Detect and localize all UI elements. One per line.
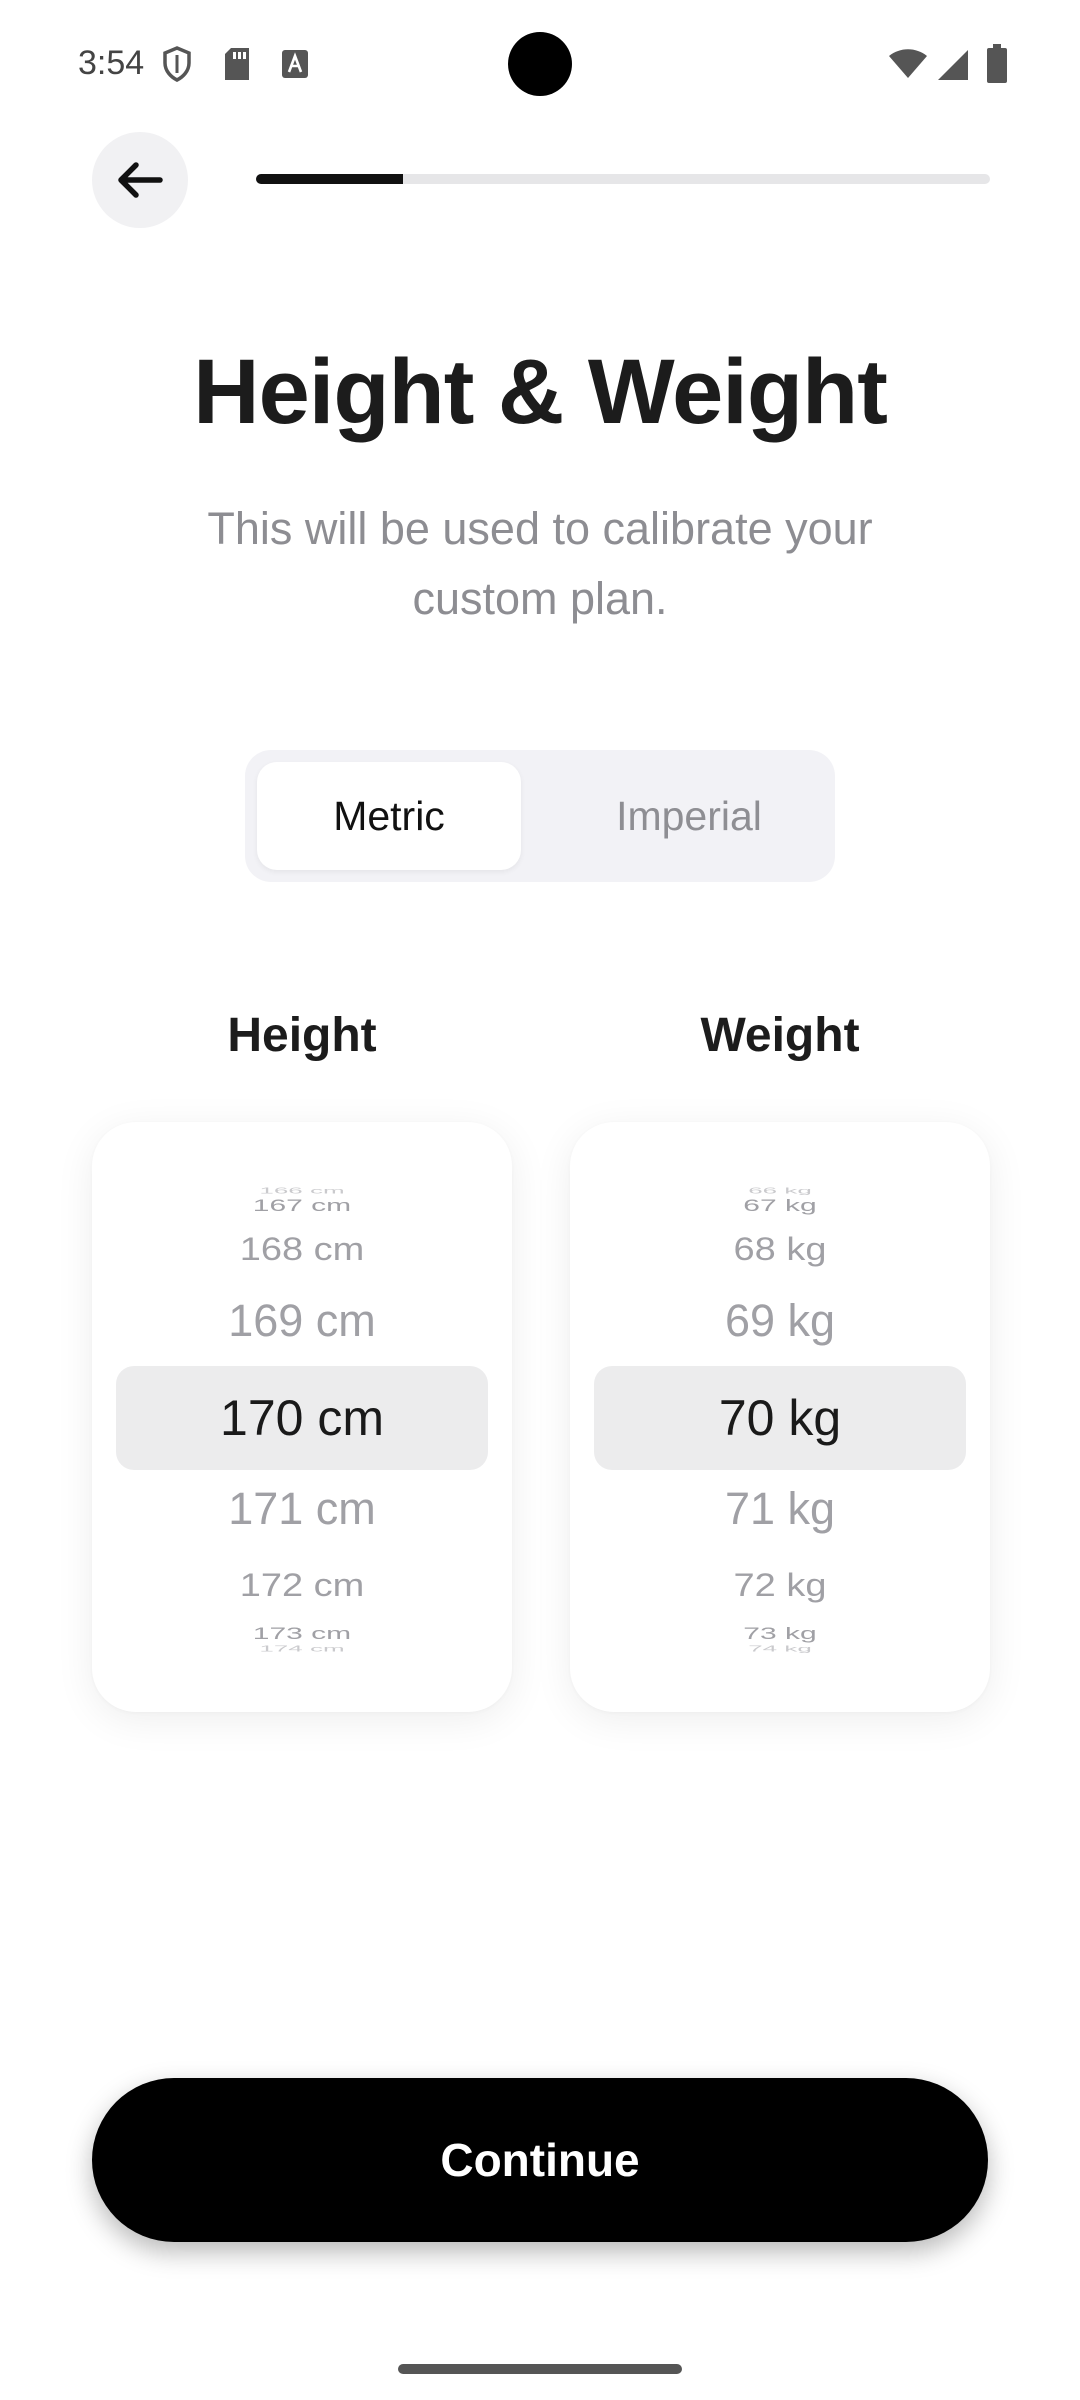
progress-bar [256,174,990,184]
battery-icon [987,44,1007,83]
picker-item[interactable]: 172 cm [92,1566,512,1607]
wifi-icon [889,49,927,78]
picker-item[interactable]: 74 kg [570,1645,990,1654]
picker-item[interactable]: 67 kg [570,1196,990,1216]
picker-item[interactable]: 167 cm [92,1196,512,1216]
picker-item[interactable]: 68 kg [570,1230,990,1271]
weight-picker[interactable]: 66 kg 67 kg 68 kg 69 kg 70 kg 71 kg 72 k… [570,1122,990,1712]
picker-item[interactable]: 168 cm [92,1230,512,1271]
status-bar: 3:54 [0,0,1080,130]
height-weight-screen: 3:54 Height & Weight This will be used t… [0,0,1080,2400]
picker-item[interactable]: 169 cm [92,1294,512,1348]
picker-item[interactable]: 72 kg [570,1566,990,1607]
picker-item[interactable]: 174 cm [92,1645,512,1654]
continue-button[interactable]: Continue [92,2078,988,2242]
picker-item[interactable]: 73 kg [570,1624,990,1644]
page-title: Height & Weight [193,341,888,443]
height-picker[interactable]: 166 cm 167 cm 168 cm 169 cm 170 cm 171 c… [92,1122,512,1712]
metric-option[interactable]: Metric [257,762,521,870]
picker-item[interactable]: 71 kg [570,1482,990,1536]
status-time: 3:54 [78,44,145,82]
page-subtitle: This will be used to calibrate your cust… [207,503,873,624]
imperial-option[interactable]: Imperial [557,762,821,870]
progress-fill [256,174,403,184]
picker-item[interactable]: 173 cm [92,1624,512,1644]
home-indicator[interactable] [398,2364,682,2374]
picker-item[interactable]: 166 cm [92,1187,512,1196]
picker-item[interactable]: 171 cm [92,1482,512,1536]
height-label: Height [227,1009,377,1062]
text-a-icon [282,50,308,78]
back-button[interactable] [92,132,188,228]
picker-item[interactable]: 66 kg [570,1187,990,1196]
signal-icon [938,50,968,80]
picker-item[interactable]: 69 kg [570,1294,990,1348]
sd-card-icon [225,48,249,80]
weight-label: Weight [700,1009,860,1062]
arrow-left-icon [118,162,163,198]
picker-item-selected[interactable]: 70 kg [570,1388,990,1448]
camera-cutout [508,32,572,96]
shield-icon [163,46,191,82]
unit-toggle: Metric Imperial [245,750,835,882]
picker-item-selected[interactable]: 170 cm [92,1388,512,1448]
